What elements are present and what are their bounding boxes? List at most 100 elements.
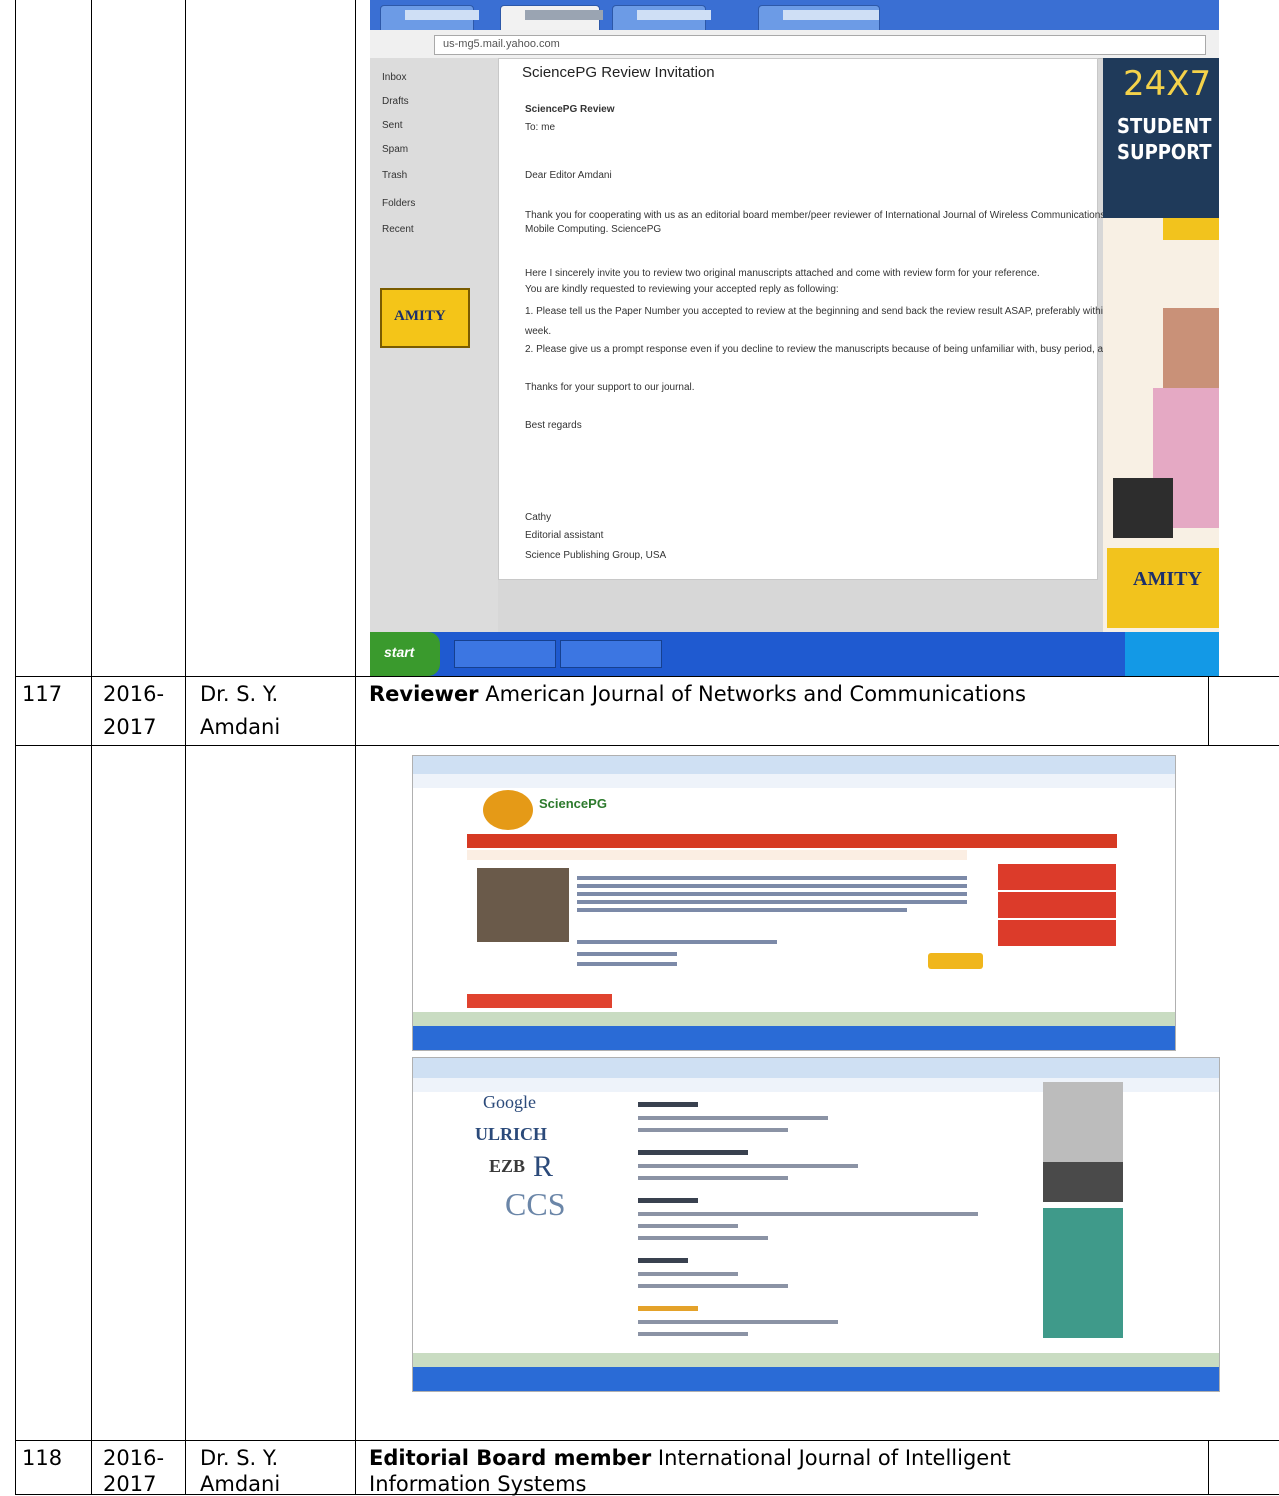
table-left-border: [15, 0, 16, 1495]
row-line-3: [15, 1440, 1279, 1441]
section-heading: [638, 1198, 698, 1203]
sidebar-item: Sent: [382, 120, 403, 131]
text-line: [577, 952, 677, 956]
row-118-year-1: 2016-: [103, 1446, 165, 1470]
text-line: [577, 884, 967, 888]
email-subject: SciencePG Review Invitation: [522, 64, 715, 81]
text-line: [638, 1224, 738, 1228]
red-banner: [467, 994, 612, 1008]
browser-tab-bar: [413, 1058, 1219, 1078]
browser-tab-bar: [413, 756, 1175, 774]
text-line: [577, 900, 967, 904]
row-118-description-2: Information Systems: [369, 1472, 587, 1496]
col-divider-4b: [1208, 1440, 1209, 1495]
section-heading: [638, 1150, 748, 1155]
row-117-role: Reviewer: [369, 682, 479, 706]
sidebar-item: Trash: [382, 170, 408, 181]
row-line-2: [15, 745, 1279, 746]
row-line-1: [15, 676, 1279, 677]
text-line: [577, 962, 677, 966]
email-recipient: To: me: [525, 122, 556, 133]
text-line: [638, 1332, 748, 1336]
text-line: [638, 1128, 788, 1132]
start-button: start: [370, 632, 440, 676]
row-117-name-2: Amdani: [200, 715, 281, 739]
ad-laptop: [1113, 478, 1173, 538]
row-118-role: Editorial Board member: [369, 1446, 652, 1470]
sidebar-photo: [1043, 1162, 1123, 1202]
row-117-number: 117: [22, 682, 63, 706]
site-brand: SciencePG: [539, 796, 607, 811]
email-screenshot: us-mg5.mail.yahoo.com Inbox Drafts Sent …: [370, 0, 1219, 676]
site-menu-bar: [467, 834, 1117, 848]
email-line: Here I sincerely invite you to review tw…: [525, 268, 1040, 279]
email-line: 1. Please tell us the Paper Number you a…: [525, 306, 1128, 317]
text-line: [638, 1284, 788, 1288]
browser-tab: [500, 5, 604, 30]
amity-logo: AMITY: [380, 288, 470, 348]
row-117-year-2: 2017: [103, 715, 157, 739]
email-line: Thanks for your support to our journal.: [525, 382, 695, 393]
col-divider-1: [91, 0, 92, 1495]
sidebar-item: Recent: [382, 224, 414, 235]
row-118-journal-1: International Journal of Intelligent: [651, 1446, 1011, 1470]
orange-button: [928, 953, 983, 969]
row-117-year-1: 2016-: [103, 682, 165, 706]
logo-ccs: CCS: [505, 1186, 566, 1222]
sidebar-item: Spam: [382, 144, 409, 155]
sidebar-item: Inbox: [382, 72, 407, 83]
email-line: You are kindly requested to reviewing yo…: [525, 284, 839, 295]
text-line: [638, 1212, 978, 1216]
section-heading: [638, 1306, 698, 1311]
section-heading: [638, 1102, 698, 1107]
email-body: [498, 58, 1098, 580]
col-divider-4a: [1208, 676, 1209, 745]
ad-line-1: STUDENT: [1117, 114, 1212, 138]
sidebar-photo: [1043, 1082, 1123, 1162]
browser-tab: [612, 5, 711, 30]
email-signature: Science Publishing Group, USA: [525, 550, 667, 561]
journal-cover-image: [477, 868, 569, 942]
browser-tab: [380, 5, 479, 30]
row-118-year-2: 2017: [103, 1472, 157, 1496]
row-118-name-1: Dr. S. Y.: [200, 1446, 279, 1470]
status-bar: [413, 1012, 1175, 1026]
address-bar: us-mg5.mail.yahoo.com: [370, 30, 1219, 59]
row-118-name-2: Amdani: [200, 1472, 281, 1496]
email-greeting: Dear Editor Amdani: [525, 170, 612, 181]
sidebar-button: [998, 920, 1116, 946]
text-line: [577, 876, 967, 880]
section-heading: [638, 1258, 688, 1263]
mail-sidebar: Inbox Drafts Sent Spam Trash Folders Rec…: [370, 58, 498, 632]
student-support-ad: 24X7 STUDENT SUPPORT AMITY: [1103, 58, 1219, 676]
journal-homepage-screenshot: SciencePG: [412, 755, 1176, 1051]
taskbar-item: [560, 640, 662, 668]
email-line: Best regards: [525, 420, 582, 431]
row-117-name-1: Dr. S. Y.: [200, 682, 279, 706]
text-line: [638, 1116, 828, 1120]
text-line: [638, 1320, 838, 1324]
col-divider-3: [355, 0, 356, 1495]
row-118-number: 118: [22, 1446, 63, 1470]
col-divider-2: [185, 0, 186, 1495]
sidebar-photo: [1043, 1208, 1123, 1338]
system-tray: [1125, 632, 1219, 676]
text-line: [638, 1176, 788, 1180]
sidebar-item: Drafts: [382, 96, 409, 107]
email-line: week.: [525, 326, 552, 337]
browser-tab-bar: [370, 0, 1219, 30]
logo-ezb: EZB: [489, 1156, 526, 1176]
breadcrumb: [467, 850, 967, 860]
taskbar: [413, 1026, 1175, 1050]
status-bar: [413, 1353, 1219, 1367]
email-signature: Cathy: [525, 512, 552, 523]
text-line: [638, 1164, 858, 1168]
email-line: Thank you for cooperating with us as an …: [525, 210, 1125, 221]
sidebar-button: [998, 892, 1116, 918]
sciencepg-logo: [483, 790, 533, 830]
ad-amity-logo: AMITY: [1107, 548, 1219, 628]
address-text: us-mg5.mail.yahoo.com: [443, 38, 560, 50]
address-bar: [413, 774, 1175, 788]
logo-google: Google: [483, 1092, 536, 1112]
row-118-description-1: Editorial Board member International Jou…: [369, 1442, 1011, 1475]
